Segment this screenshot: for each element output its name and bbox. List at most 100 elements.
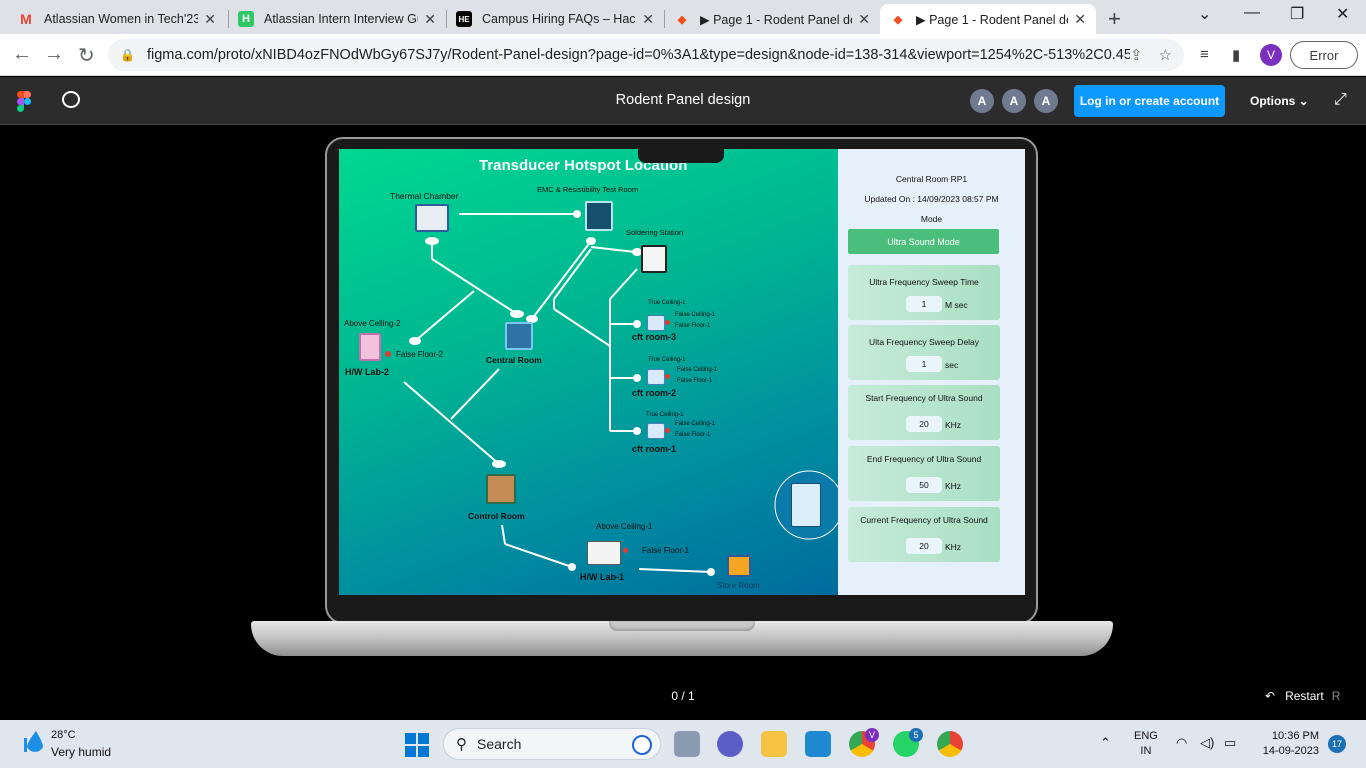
meet-chat-icon[interactable] <box>717 731 743 757</box>
cft-room-1-icon[interactable] <box>647 423 665 439</box>
tab-title: ▶ Page 1 - Rodent Panel des <box>700 12 853 27</box>
store-room-icon[interactable] <box>727 555 751 577</box>
login-button[interactable]: Log in or create account <box>1074 85 1225 117</box>
close-icon[interactable]: ✕ <box>424 11 436 28</box>
search-icon: ⚲ <box>456 736 467 753</box>
central-room-icon[interactable] <box>505 322 533 350</box>
avatar[interactable]: A <box>1034 89 1058 113</box>
system-clock[interactable]: 10:36 PM 14-09-2023 <box>1257 729 1319 759</box>
error-button[interactable]: Error <box>1290 41 1358 69</box>
door-person-illustration <box>791 483 821 527</box>
bookmark-star-icon[interactable]: ☆ <box>1159 46 1172 64</box>
tab-search-chevron-icon[interactable]: ⌄ <box>1198 4 1211 24</box>
options-menu[interactable]: Options ⌄ <box>1250 94 1309 108</box>
false-ceiling-label: False Ceiling-1 <box>677 367 718 373</box>
page-counter: 0 / 1 <box>671 689 695 703</box>
control-room-icon[interactable] <box>486 474 516 504</box>
clock-date: 14-09-2023 <box>1262 745 1319 757</box>
browser-tab-strip: M Atlassian Women in Tech'23 ✕ H Atlassi… <box>0 0 1366 34</box>
store-room-label: Store Room <box>717 581 760 590</box>
cft-room-3-icon[interactable] <box>647 315 665 331</box>
chevron-down-icon: ⌄ <box>1298 94 1309 108</box>
bing-icon[interactable] <box>632 735 652 755</box>
card-title: Current Frequency of Ultra Sound <box>860 515 988 525</box>
close-icon[interactable]: ✕ <box>858 11 870 28</box>
temperature[interactable]: 28°C <box>51 729 76 741</box>
vscode-icon[interactable] <box>805 731 831 757</box>
notification-badge[interactable]: 17 <box>1328 735 1346 753</box>
search-label: Search <box>477 736 522 752</box>
figma-prototype-bar: Rodent Panel design A A A Log in or crea… <box>0 77 1366 125</box>
tab-title: Campus Hiring FAQs – Hacke <box>482 12 637 26</box>
close-icon[interactable]: ✕ <box>642 11 654 28</box>
file-explorer-icon[interactable] <box>761 731 787 757</box>
sweep-delay-card: Ulta Frequency Sweep Delay 1 sec <box>848 325 1000 380</box>
tray-chevron-up-icon[interactable]: ⌃ <box>1100 735 1111 751</box>
browser-tab-figma-1[interactable]: ◆ ▶ Page 1 - Rodent Panel des ✕ <box>664 4 880 34</box>
start-frequency-input[interactable]: 20 <box>906 416 942 432</box>
true-ceiling-label: True Ceiling-1 <box>648 300 686 306</box>
cft-room-2-icon[interactable] <box>647 369 665 385</box>
sweep-delay-input[interactable]: 1 <box>906 356 942 372</box>
false-floor-label: False Floor-1 <box>675 323 711 329</box>
address-bar[interactable]: 🔒 figma.com/proto/xNIBD4ozFNOdWbGy67SJ7y… <box>108 39 1184 71</box>
thermal-chamber-label: Thermal Chamber <box>390 191 459 201</box>
current-frequency-input[interactable]: 20 <box>906 538 942 554</box>
false-ceiling-label: False Ceiling-1 <box>675 421 716 427</box>
sensor-marker-icon <box>623 548 628 553</box>
hotspot-map: Transducer Hotspot Location Thermal Cham… <box>339 149 838 595</box>
close-icon[interactable]: ✕ <box>204 11 216 28</box>
profile-avatar[interactable]: V <box>1260 44 1282 66</box>
weather-status[interactable]: Very humid <box>51 745 111 759</box>
false-ceiling-label: False Ceiling-1 <box>675 312 716 318</box>
media-control-icon[interactable]: ≡ <box>1200 46 1209 63</box>
sweep-time-input[interactable]: 1 <box>906 296 942 312</box>
windows-start-icon[interactable] <box>405 733 429 757</box>
thermal-chamber-icon[interactable] <box>415 204 449 232</box>
language-indicator[interactable]: ENG IN <box>1134 729 1158 759</box>
window-close-icon[interactable]: ✕ <box>1336 4 1349 24</box>
new-tab-button[interactable]: + <box>1108 6 1121 32</box>
close-icon[interactable]: ✕ <box>1074 11 1086 28</box>
forward-arrow-icon[interactable]: → <box>44 43 64 66</box>
share-icon[interactable]: ⇪ <box>1130 46 1143 64</box>
browser-tab-figma-active[interactable]: ◆ ▶ Page 1 - Rodent Panel des ✕ <box>880 4 1096 34</box>
reload-icon[interactable]: ↻ <box>78 43 95 68</box>
tab-title: Atlassian Intern Interview Gui <box>264 12 419 26</box>
false-floor-label: False Floor-1 <box>677 378 713 384</box>
prototype-screen[interactable]: Transducer Hotspot Location Thermal Cham… <box>339 149 1025 595</box>
browser-tab-hackerrank[interactable]: H Atlassian Intern Interview Gui ✕ <box>228 4 446 34</box>
browser-tab-gmail[interactable]: M Atlassian Women in Tech'23 ✕ <box>8 4 226 34</box>
hw-lab-2-icon[interactable] <box>359 333 381 361</box>
false-floor-1-label: False Floor-1 <box>642 546 690 555</box>
end-frequency-input[interactable]: 50 <box>906 477 942 493</box>
soldering-station-icon[interactable] <box>641 245 667 273</box>
restore-icon[interactable]: ❐ <box>1290 4 1304 24</box>
start-frequency-card: Start Frequency of Ultra Sound 20 KHz <box>848 385 1000 440</box>
minimize-icon[interactable]: — <box>1244 4 1260 22</box>
taskbar-search[interactable]: ⚲ Search <box>443 728 661 760</box>
sensor-marker-icon <box>665 320 670 325</box>
battery-icon[interactable]: ▭ <box>1224 735 1236 751</box>
hw-lab-1-icon[interactable] <box>587 541 621 565</box>
back-arrow-icon[interactable]: ← <box>12 43 32 66</box>
sensor-marker-icon <box>665 428 670 433</box>
mode-label: Mode <box>920 214 943 224</box>
chrome-profile-2-icon[interactable] <box>937 731 963 757</box>
volume-icon[interactable]: ◁) <box>1200 735 1214 751</box>
lock-icon[interactable]: 🔒 <box>120 48 135 62</box>
browser-tab-hackerearth[interactable]: HE Campus Hiring FAQs – Hacke ✕ <box>446 4 664 34</box>
restart-button[interactable]: ↶ Restart R <box>1265 689 1340 703</box>
side-panel-icon[interactable]: ▮ <box>1232 46 1240 64</box>
above-ceiling-1-label: Above Ceiling-1 <box>596 522 653 531</box>
wifi-icon[interactable]: ◠ <box>1176 735 1187 751</box>
humidity-drop-icon[interactable] <box>24 730 44 756</box>
avatar[interactable]: A <box>970 89 994 113</box>
avatar[interactable]: A <box>1002 89 1026 113</box>
ultra-sound-mode-button[interactable]: Ultra Sound Mode <box>848 229 999 254</box>
fullscreen-icon[interactable]: ⤢ <box>1334 91 1347 109</box>
emc-room-icon[interactable] <box>585 201 613 231</box>
whatsapp-badge: 5 <box>909 728 923 742</box>
browser-toolbar: ← → ↻ 🔒 figma.com/proto/xNIBD4ozFNOdWbGy… <box>0 34 1366 76</box>
task-view-icon[interactable] <box>674 731 700 757</box>
